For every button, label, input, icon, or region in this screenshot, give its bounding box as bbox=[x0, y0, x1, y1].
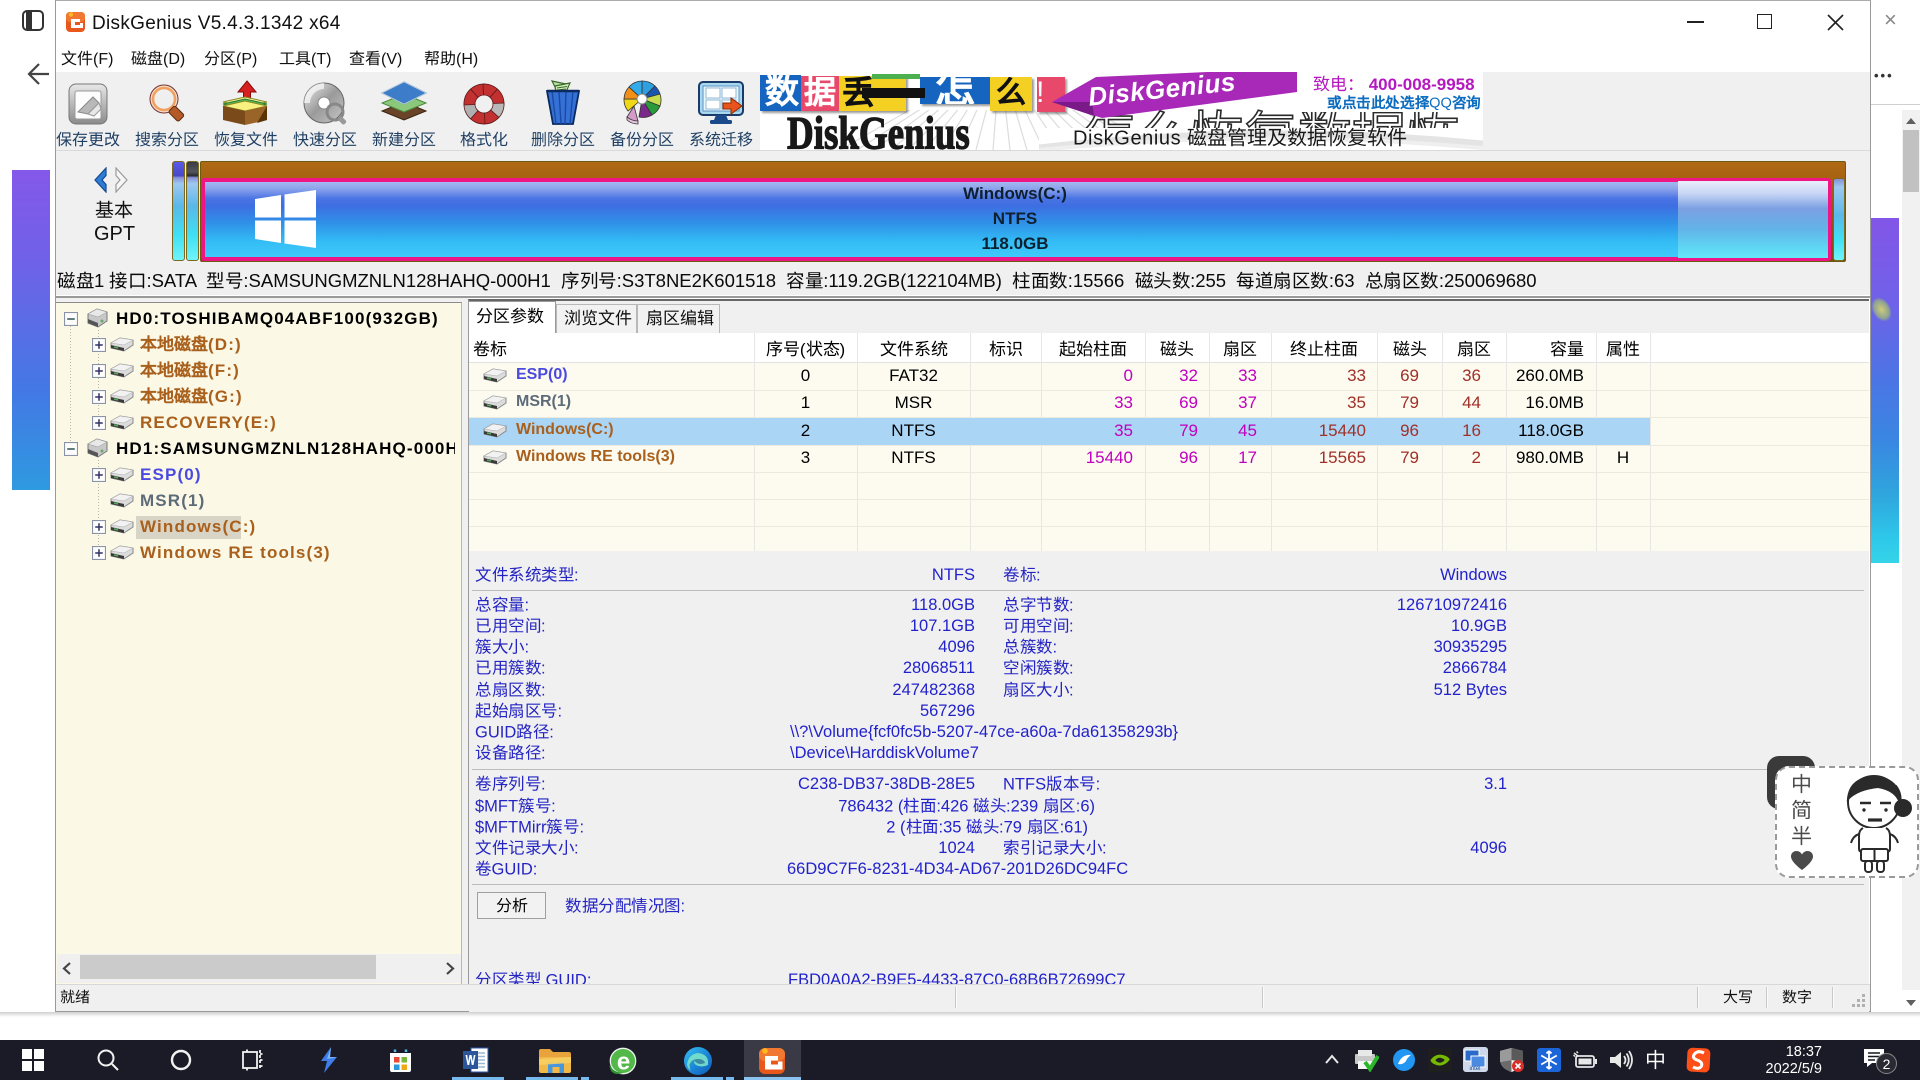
svg-text:intel: intel bbox=[1469, 1066, 1480, 1072]
svg-text:e: e bbox=[617, 1049, 630, 1076]
